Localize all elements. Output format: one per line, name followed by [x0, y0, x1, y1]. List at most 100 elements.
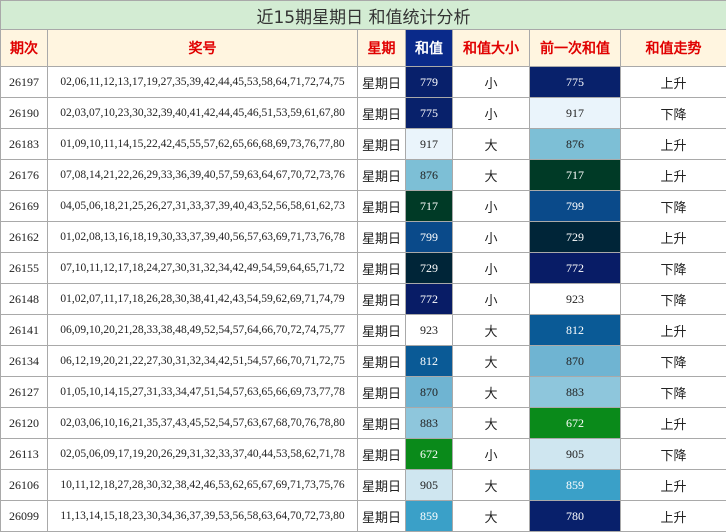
trend-cell: 下降: [621, 98, 726, 129]
prev-sum-cell: 775: [530, 67, 621, 98]
sum-size-cell: 小: [453, 222, 530, 253]
table-row: 2609911,13,14,15,18,23,30,34,36,37,39,53…: [1, 501, 726, 532]
sum-size-cell: 小: [453, 98, 530, 129]
sum-size-cell: 小: [453, 284, 530, 315]
sum-cell: 772: [406, 284, 453, 315]
trend-cell: 上升: [621, 222, 726, 253]
header-prev-sum: 前一次和值: [530, 30, 621, 67]
sum-cell: 876: [406, 160, 453, 191]
table-row: 2616904,05,06,18,21,25,26,27,31,33,37,39…: [1, 191, 726, 222]
sum-cell: 883: [406, 408, 453, 439]
prev-sum-cell: 717: [530, 160, 621, 191]
weekday-cell: 星期日: [358, 439, 406, 470]
table-row: 2619002,03,07,10,23,30,32,39,40,41,42,44…: [1, 98, 726, 129]
trend-cell: 上升: [621, 67, 726, 98]
table-title: 近15期星期日 和值统计分析: [1, 1, 726, 30]
trend-cell: 上升: [621, 501, 726, 532]
trend-cell: 上升: [621, 408, 726, 439]
trend-cell: 上升: [621, 470, 726, 501]
table-row: 2615507,10,11,12,17,18,24,27,30,31,32,34…: [1, 253, 726, 284]
period-cell: 26106: [1, 470, 48, 501]
sum-cell: 905: [406, 470, 453, 501]
numbers-cell: 07,10,11,12,17,18,24,27,30,31,32,34,42,4…: [48, 253, 358, 284]
prev-sum-cell: 812: [530, 315, 621, 346]
period-cell: 26155: [1, 253, 48, 284]
weekday-cell: 星期日: [358, 315, 406, 346]
trend-cell: 下降: [621, 284, 726, 315]
weekday-cell: 星期日: [358, 98, 406, 129]
prev-sum-cell: 905: [530, 439, 621, 470]
prev-sum-cell: 917: [530, 98, 621, 129]
numbers-cell: 07,08,14,21,22,26,29,33,36,39,40,57,59,6…: [48, 160, 358, 191]
weekday-cell: 星期日: [358, 253, 406, 284]
prev-sum-cell: 772: [530, 253, 621, 284]
weekday-cell: 星期日: [358, 67, 406, 98]
numbers-cell: 10,11,12,18,27,28,30,32,38,42,46,53,62,6…: [48, 470, 358, 501]
table-row: 2614106,09,10,20,21,28,33,38,48,49,52,54…: [1, 315, 726, 346]
period-cell: 26120: [1, 408, 48, 439]
prev-sum-cell: 799: [530, 191, 621, 222]
sum-size-cell: 小: [453, 191, 530, 222]
period-cell: 26169: [1, 191, 48, 222]
trend-cell: 下降: [621, 377, 726, 408]
table-row: 2617607,08,14,21,22,26,29,33,36,39,40,57…: [1, 160, 726, 191]
sum-size-cell: 大: [453, 129, 530, 160]
sum-analysis-table: 近15期星期日 和值统计分析 期次 奖号 星期 和值 和值大小 前一次和值 和值…: [0, 0, 726, 532]
sum-size-cell: 小: [453, 439, 530, 470]
period-cell: 26148: [1, 284, 48, 315]
period-cell: 26127: [1, 377, 48, 408]
weekday-cell: 星期日: [358, 160, 406, 191]
sum-cell: 870: [406, 377, 453, 408]
period-cell: 26190: [1, 98, 48, 129]
sum-size-cell: 大: [453, 346, 530, 377]
header-sum: 和值: [406, 30, 453, 67]
period-cell: 26197: [1, 67, 48, 98]
sum-cell: 775: [406, 98, 453, 129]
sum-cell: 717: [406, 191, 453, 222]
table-row: 2610610,11,12,18,27,28,30,32,38,42,46,53…: [1, 470, 726, 501]
trend-cell: 下降: [621, 253, 726, 284]
trend-cell: 下降: [621, 346, 726, 377]
prev-sum-cell: 876: [530, 129, 621, 160]
table-row: 2612002,03,06,10,16,21,35,37,43,45,52,54…: [1, 408, 726, 439]
period-cell: 26162: [1, 222, 48, 253]
weekday-cell: 星期日: [358, 408, 406, 439]
table-row: 2613406,12,19,20,21,22,27,30,31,32,34,42…: [1, 346, 726, 377]
numbers-cell: 04,05,06,18,21,25,26,27,31,33,37,39,40,4…: [48, 191, 358, 222]
table-row: 2611302,05,06,09,17,19,20,26,29,31,32,33…: [1, 439, 726, 470]
period-cell: 26113: [1, 439, 48, 470]
table-row: 2618301,09,10,11,14,15,22,42,45,55,57,62…: [1, 129, 726, 160]
weekday-cell: 星期日: [358, 501, 406, 532]
sum-cell: 729: [406, 253, 453, 284]
trend-cell: 上升: [621, 129, 726, 160]
prev-sum-cell: 672: [530, 408, 621, 439]
prev-sum-cell: 780: [530, 501, 621, 532]
header-row: 期次 奖号 星期 和值 和值大小 前一次和值 和值走势: [1, 30, 726, 67]
sum-size-cell: 小: [453, 253, 530, 284]
period-cell: 26134: [1, 346, 48, 377]
weekday-cell: 星期日: [358, 129, 406, 160]
sum-size-cell: 大: [453, 470, 530, 501]
header-sum-trend: 和值走势: [621, 30, 726, 67]
numbers-cell: 06,09,10,20,21,28,33,38,48,49,52,54,57,6…: [48, 315, 358, 346]
table-row: 2614801,02,07,11,17,18,26,28,30,38,41,42…: [1, 284, 726, 315]
weekday-cell: 星期日: [358, 284, 406, 315]
sum-size-cell: 大: [453, 315, 530, 346]
header-sum-size: 和值大小: [453, 30, 530, 67]
period-cell: 26183: [1, 129, 48, 160]
prev-sum-cell: 870: [530, 346, 621, 377]
weekday-cell: 星期日: [358, 346, 406, 377]
sum-cell: 672: [406, 439, 453, 470]
trend-cell: 下降: [621, 439, 726, 470]
header-weekday: 星期: [358, 30, 406, 67]
prev-sum-cell: 729: [530, 222, 621, 253]
sum-cell: 923: [406, 315, 453, 346]
prev-sum-cell: 883: [530, 377, 621, 408]
table-row: 2619702,06,11,12,13,17,19,27,35,39,42,44…: [1, 67, 726, 98]
period-cell: 26176: [1, 160, 48, 191]
sum-cell: 779: [406, 67, 453, 98]
numbers-cell: 01,09,10,11,14,15,22,42,45,55,57,62,65,6…: [48, 129, 358, 160]
sum-size-cell: 大: [453, 160, 530, 191]
numbers-cell: 01,05,10,14,15,27,31,33,34,47,51,54,57,6…: [48, 377, 358, 408]
period-cell: 26099: [1, 501, 48, 532]
